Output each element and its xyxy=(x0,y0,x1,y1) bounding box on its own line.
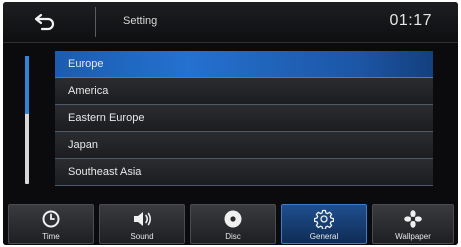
gear-icon xyxy=(314,209,334,229)
scrollbar-thumb[interactable] xyxy=(25,56,29,114)
speaker-icon xyxy=(134,212,152,226)
list-item-eastern-europe[interactable]: Eastern Europe xyxy=(55,105,433,132)
clock: 01:17 xyxy=(389,12,432,29)
region-list: Europe America Eastern Europe Japan Sout… xyxy=(55,50,433,186)
back-button[interactable] xyxy=(21,8,77,36)
header-divider xyxy=(95,7,96,37)
list-item-label: Japan xyxy=(68,139,98,151)
list-item-europe[interactable]: Europe xyxy=(55,51,433,78)
disc-icon xyxy=(224,210,242,228)
clock-icon xyxy=(42,210,60,228)
tab-disc[interactable]: Disc xyxy=(190,204,276,244)
back-arrow-icon xyxy=(34,13,55,31)
bottom-tab-bar: Time Sound Disc General Wallpaper xyxy=(3,200,458,245)
tab-label: Sound xyxy=(130,232,154,241)
list-item-label: Southeast Asia xyxy=(68,166,142,178)
tab-wallpaper[interactable]: Wallpaper xyxy=(372,204,454,244)
flower-icon xyxy=(404,210,422,228)
header-bar: Setting 01:17 xyxy=(3,2,458,42)
list-item-america[interactable]: America xyxy=(55,78,433,105)
tab-label: General xyxy=(309,232,339,241)
header-underline xyxy=(3,42,458,43)
tab-general[interactable]: General xyxy=(281,204,367,244)
tab-sound[interactable]: Sound xyxy=(99,204,185,244)
tab-time[interactable]: Time xyxy=(8,204,94,244)
head-unit-screen: Setting 01:17 Europe America Eastern Eur… xyxy=(3,2,458,245)
tab-label: Wallpaper xyxy=(395,232,431,241)
list-item-label: Eastern Europe xyxy=(68,112,145,124)
list-item-southeast-asia[interactable]: Southeast Asia xyxy=(55,159,433,186)
page-title: Setting xyxy=(123,15,158,27)
scrollbar[interactable] xyxy=(25,56,29,184)
tab-label: Time xyxy=(42,232,60,241)
list-item-label: Europe xyxy=(68,58,104,70)
list-item-japan[interactable]: Japan xyxy=(55,132,433,159)
tab-label: Disc xyxy=(225,232,241,241)
list-item-label: America xyxy=(68,85,109,97)
